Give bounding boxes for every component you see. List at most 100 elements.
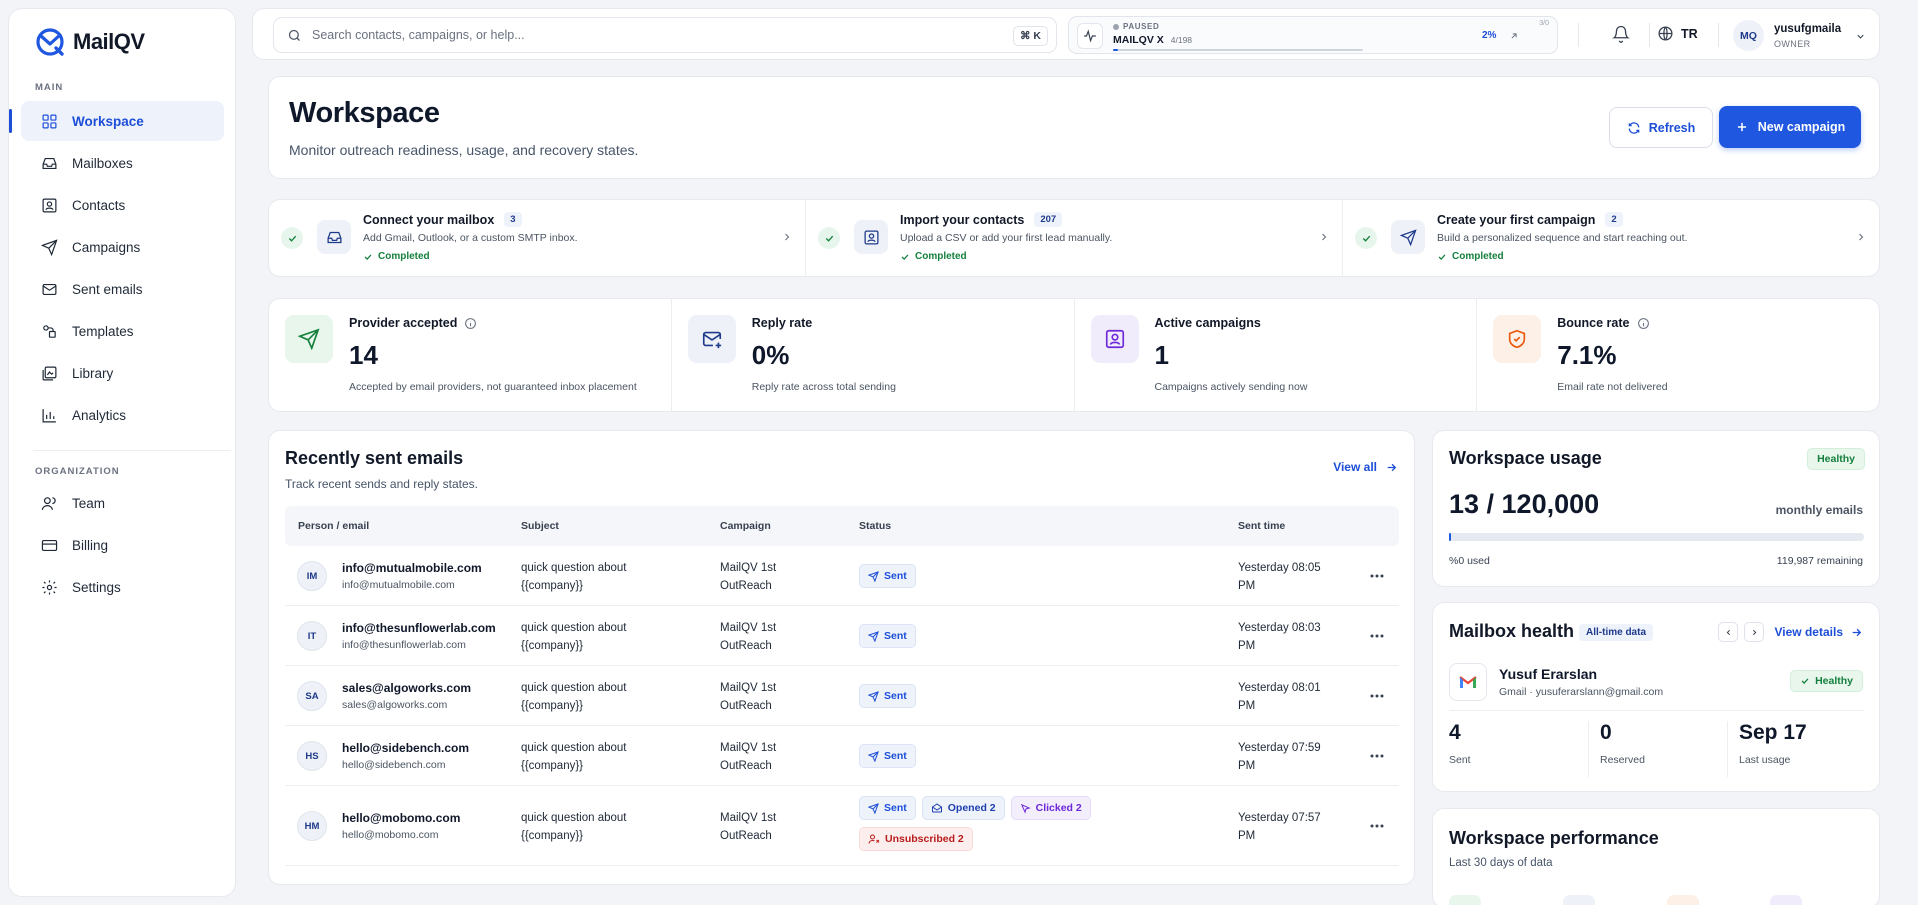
card-subtitle: Track recent sends and reply states. <box>285 477 478 491</box>
campaign-status-widget[interactable]: PAUSED MAILQV X 4/198 2% 3/0 <box>1068 16 1558 54</box>
status-badge-sent[interactable]: Sent <box>859 796 916 820</box>
external-link-icon[interactable] <box>1509 31 1519 41</box>
language-switcher[interactable]: TR <box>1657 25 1698 42</box>
step-title-text: Connect your mailbox <box>363 212 495 227</box>
row-actions-button[interactable] <box>1367 566 1387 586</box>
refresh-button[interactable]: Refresh <box>1609 107 1713 148</box>
workspace-header: Workspace Monitor outreach readiness, us… <box>268 76 1880 179</box>
status-badge-clicked[interactable]: Clicked 2 <box>1010 796 1091 820</box>
table-row[interactable]: IT info@thesunflowerlab.com info@thesunf… <box>285 606 1399 666</box>
table-row[interactable]: HM hello@mobomo.com hello@mobomo.com qui… <box>285 786 1399 866</box>
page-title: Workspace <box>289 97 440 129</box>
step-connect-mailbox[interactable]: Connect your mailbox 3 Add Gmail, Outlook… <box>269 200 806 276</box>
campaign-cell: MailQV 1st OutReach <box>720 559 776 595</box>
row-actions-button[interactable] <box>1367 686 1387 706</box>
bell-icon[interactable] <box>1612 25 1630 43</box>
info-icon[interactable] <box>464 317 477 330</box>
plus-icon <box>1737 122 1746 132</box>
sidebar-item-workspace[interactable]: Workspace <box>9 101 224 141</box>
info-icon[interactable] <box>1637 317 1650 330</box>
user-menu[interactable]: MQ yusufgmaila OWNER <box>1728 16 1868 54</box>
step-import-contacts[interactable]: Import your contacts 207 Upload a CSV or … <box>806 200 1343 276</box>
sidebar-item-library[interactable]: Library <box>21 353 224 393</box>
sidebar-item-label: Mailboxes <box>72 155 133 171</box>
campaign-line-2: OutReach <box>720 830 772 842</box>
contact-card-icon <box>854 220 888 254</box>
search-input[interactable] <box>312 28 1012 42</box>
status-badge-sent[interactable]: Sent <box>859 564 916 588</box>
stats-row: Provider accepted 14 Accepted by email p… <box>268 298 1880 412</box>
paused-dot <box>1113 23 1119 30</box>
bar-chart-icon <box>42 408 56 422</box>
contact-email: sales@algoworks.com <box>342 699 448 711</box>
step-count: 3 <box>504 212 522 227</box>
row-actions-button[interactable] <box>1367 626 1387 646</box>
sidebar-item-label: Templates <box>72 323 134 339</box>
stat-label-text: Provider accepted <box>349 316 458 330</box>
campaign-state: PAUSED <box>1113 22 1159 31</box>
stat-value: 7.1% <box>1557 340 1617 370</box>
refresh-label: Refresh <box>1648 120 1696 135</box>
sidebar-item-analytics[interactable]: Analytics <box>21 395 224 435</box>
logo[interactable]: MailQV <box>35 27 145 57</box>
table-row[interactable]: IM info@mutualmobile.com info@mutualmobi… <box>285 546 1399 606</box>
row-actions-button[interactable] <box>1367 746 1387 766</box>
status-badge-sent[interactable]: Sent <box>859 684 916 708</box>
campaign-line-2: OutReach <box>720 760 772 772</box>
search-box[interactable]: ⌘ K <box>273 17 1057 53</box>
table-row[interactable]: SA sales@algoworks.com sales@algoworks.c… <box>285 666 1399 726</box>
status-badge-label: Healthy <box>1815 675 1853 687</box>
prev-mailbox-button[interactable] <box>1718 622 1738 642</box>
step-title-text: Create your first campaign <box>1437 212 1596 227</box>
view-details-link[interactable]: View details <box>1775 625 1863 639</box>
step-status-label: Completed <box>915 251 967 262</box>
status-badge-sent[interactable]: Sent <box>859 624 916 648</box>
usage-used: %0 used <box>1449 555 1490 567</box>
step-create-campaign[interactable]: Create your first campaign 2 Build a pers… <box>1343 200 1879 276</box>
status-badge-opened[interactable]: Opened 2 <box>921 796 1005 820</box>
campaign-name-row: MAILQV X 4/198 <box>1113 34 1192 46</box>
more-horizontal-icon <box>1370 824 1384 828</box>
data-range-tag: All-time data <box>1579 624 1654 641</box>
row-actions-button[interactable] <box>1367 816 1387 836</box>
contact-avatar: IM <box>297 561 327 591</box>
mailbox-stat-value: 0 <box>1600 721 1612 744</box>
sidebar-item-billing[interactable]: Billing <box>21 525 224 565</box>
topbar-divider <box>1578 23 1579 47</box>
sidebar-item-team[interactable]: Team <box>21 483 224 523</box>
view-all-link[interactable]: View all <box>1333 460 1398 474</box>
search-icon <box>288 29 300 41</box>
send-icon <box>868 630 879 642</box>
sidebar-item-label: Library <box>72 365 114 381</box>
card-title: Workspace usage <box>1449 448 1602 468</box>
sidebar-item-mailboxes[interactable]: Mailboxes <box>21 143 224 183</box>
contact-avatar: HS <box>297 741 327 771</box>
status-label: Sent <box>884 802 907 814</box>
sidebar-item-sent-emails[interactable]: Sent emails <box>21 269 224 309</box>
globe-icon <box>1658 26 1673 41</box>
next-mailbox-button[interactable] <box>1744 622 1764 642</box>
step-title: Connect your mailbox 3 <box>363 212 522 227</box>
step-title-text: Import your contacts <box>900 212 1025 227</box>
sidebar-item-campaigns[interactable]: Campaigns <box>21 227 224 267</box>
sidebar-item-settings[interactable]: Settings <box>21 567 224 607</box>
stat-reply-rate: Reply rate 0% Reply rate across total se… <box>672 299 1075 411</box>
sidebar-item-templates[interactable]: Templates <box>21 311 224 351</box>
step-title: Import your contacts 207 <box>900 212 1063 227</box>
sidebar-item-contacts[interactable]: Contacts <box>21 185 224 225</box>
new-campaign-button[interactable]: New campaign <box>1719 106 1861 148</box>
step-status: Completed <box>900 251 967 262</box>
stat-sub: Accepted by email providers, not guarant… <box>349 381 637 393</box>
grid-icon <box>42 114 57 128</box>
stat-value: 1 <box>1154 340 1169 370</box>
sent-time-cell: Yesterday 08:03 PM <box>1238 619 1321 655</box>
step-count: 2 <box>1605 212 1623 227</box>
more-horizontal-icon <box>1370 754 1384 758</box>
status-badge-unsubscribed[interactable]: Unsubscribed 2 <box>859 827 973 851</box>
table-row[interactable]: HS hello@sidebench.com hello@sidebench.c… <box>285 726 1399 786</box>
gear-icon <box>42 579 57 595</box>
status-badge-sent[interactable]: Sent <box>859 744 916 768</box>
workspace-usage-card: Workspace usage Healthy 13 / 120,000 mon… <box>1432 430 1880 587</box>
campaign-line-2: OutReach <box>720 640 772 652</box>
check-icon <box>1438 253 1446 260</box>
